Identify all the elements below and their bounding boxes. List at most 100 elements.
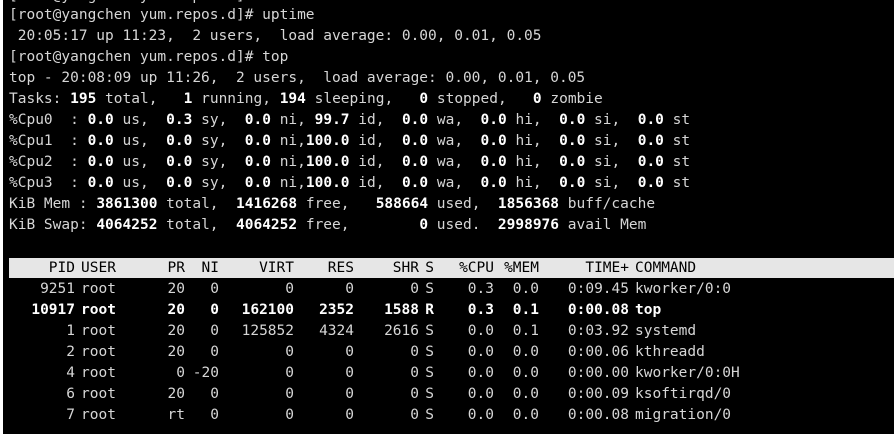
cell-state: S <box>425 281 434 297</box>
cpu-ni: 0.0 <box>244 175 271 191</box>
cpu-field-label: sy, <box>192 175 245 191</box>
cpu-field-label: st <box>663 133 691 149</box>
mem-used: 588664 <box>375 196 429 212</box>
cell-time: 0:03.92 <box>567 323 629 339</box>
cpu-us: 0.0 <box>87 133 114 149</box>
swap-label: KiB Swap: <box>9 217 97 233</box>
cpu-field-label: hi, <box>506 133 560 149</box>
cell-ni: -20 <box>192 365 219 381</box>
tasks-line: Tasks: 195 total, 1 running, 194 sleepin… <box>9 89 603 110</box>
cpu-label: %Cpu0 : <box>9 112 88 128</box>
header-command: COMMAND <box>635 260 697 276</box>
cpu-line: %Cpu0 : 0.0 us, 0.3 sy, 0.0 ni, 99.7 id,… <box>9 110 690 131</box>
cell-shr: 0 <box>410 407 419 423</box>
cell-state: S <box>425 386 434 402</box>
cpu-st: 0.0 <box>637 175 664 191</box>
cell-ni: 0 <box>210 323 219 339</box>
header-ni: NI <box>201 260 219 276</box>
cell-command: kthreadd <box>635 344 705 360</box>
cell-pid: 6 <box>66 386 75 402</box>
cpu-id: 100.0 <box>305 175 350 191</box>
tasks-total-label: total, <box>96 91 184 107</box>
cell-ni: 0 <box>210 407 219 423</box>
cell-virt: 0 <box>285 386 294 402</box>
swap-free: 4064252 <box>236 217 298 233</box>
cell-virt: 125852 <box>241 323 294 339</box>
cpu-field-label: st <box>663 112 691 128</box>
cell-time: 0:00.06 <box>567 344 629 360</box>
cell-shr: 0 <box>410 281 419 297</box>
tasks-stopped: 0 <box>419 91 429 107</box>
cpu-field-label: hi, <box>506 154 560 170</box>
tasks-zombie: 0 <box>532 91 542 107</box>
swap-avail: 2998976 <box>497 217 560 233</box>
mem-cache: 1856368 <box>497 196 560 212</box>
cpu-hi: 0.0 <box>480 133 507 149</box>
tasks-sleeping: 194 <box>279 91 306 107</box>
mem-cache-label: buff/cache <box>559 196 656 212</box>
cell-pr: 20 <box>167 344 185 360</box>
cell-virt: 0 <box>285 407 294 423</box>
header-res: RES <box>327 260 354 276</box>
cell-time: 0:00.08 <box>567 407 629 423</box>
cell-command: kworker/0:0 <box>635 281 732 297</box>
cell-pr: 20 <box>167 302 185 318</box>
cell-mem: 0.1 <box>512 302 539 318</box>
cpu-wa: 0.0 <box>401 154 429 170</box>
header-mem: %MEM <box>504 260 539 276</box>
cpu-idsep: id, <box>349 175 402 191</box>
cell-pid: 4 <box>66 365 75 381</box>
header-time: TIME+ <box>585 260 629 276</box>
cell-res: 0 <box>345 407 354 423</box>
swap-line: KiB Swap: 4064252 total, 4064252 free, 0… <box>9 215 646 236</box>
cell-state: S <box>425 365 434 381</box>
cpu-ni: 0.0 <box>244 112 271 128</box>
cpu-field-label: si, <box>585 133 638 149</box>
cpu-hi: 0.0 <box>480 154 507 170</box>
cell-virt: 0 <box>285 365 294 381</box>
cell-cpu: 0.0 <box>467 344 494 360</box>
cpu-idsep: id, <box>349 133 402 149</box>
cpu-st: 0.0 <box>637 133 664 149</box>
cpu-sy: 0.0 <box>166 133 193 149</box>
cell-time: 0:00.09 <box>567 386 629 402</box>
mem-line: KiB Mem : 3861300 total, 1416268 free, 5… <box>9 194 655 215</box>
mem-used-label: used, <box>428 196 498 212</box>
cpu-field-label: si, <box>585 175 638 191</box>
cpu-id: 99.7 <box>305 112 350 128</box>
terminal-window[interactable]: [root@yangchen yum.repos.d]# [root@yangc… <box>3 0 894 434</box>
cpu-wa: 0.0 <box>401 112 429 128</box>
table-row: 1 root 20 0 125852 4324 2616 S 0.0 0.1 0:03.92 syst… <box>9 321 889 342</box>
table-row-partial <box>9 426 889 434</box>
cpu-line: %Cpu2 : 0.0 us, 0.0 sy, 0.0 ni,100.0 id,… <box>9 152 690 173</box>
cell-command: ksoftirqd/0 <box>635 386 732 402</box>
table-row: 2 root 20 0 0 0 0 S 0.0 0.0 0:00.06 kthreadd <box>9 342 889 363</box>
cpu-us: 0.0 <box>87 154 114 170</box>
cell-pid: 10917 <box>31 302 75 318</box>
cell-cpu: 0.0 <box>467 386 494 402</box>
cell-shr: 0 <box>410 386 419 402</box>
cell-pid: 1 <box>66 323 75 339</box>
cpu-line: %Cpu3 : 0.0 us, 0.0 sy, 0.0 ni,100.0 id,… <box>9 173 690 194</box>
cell-res: 0 <box>345 365 354 381</box>
cell-pr: 0 <box>176 365 185 381</box>
cpu-st: 0.0 <box>637 112 664 128</box>
cell-time: 0:09.45 <box>567 281 629 297</box>
swap-total: 4064252 <box>96 217 158 233</box>
cell-res: 0 <box>345 386 354 402</box>
cell-pid: 2 <box>66 344 75 360</box>
cpu-sy: 0.3 <box>166 112 193 128</box>
table-row: 9251 root 20 0 0 0 0 S 0.3 0.0 0:09.45 kworker/0:0 <box>9 279 889 300</box>
header-cpu: %CPU <box>459 260 494 276</box>
cell-cpu: 0.0 <box>467 323 494 339</box>
cpu-hi: 0.0 <box>480 175 507 191</box>
cell-virt: 0 <box>285 344 294 360</box>
cpu-us: 0.0 <box>87 175 114 191</box>
cell-shr: 0 <box>410 344 419 360</box>
cell-user: root <box>81 365 116 381</box>
cell-command: systemd <box>635 323 697 339</box>
cell-pr: 20 <box>167 281 185 297</box>
cell-pr: rt <box>167 407 185 423</box>
cpu-field-label: st <box>663 154 691 170</box>
cpu-field-label: si, <box>585 112 638 128</box>
